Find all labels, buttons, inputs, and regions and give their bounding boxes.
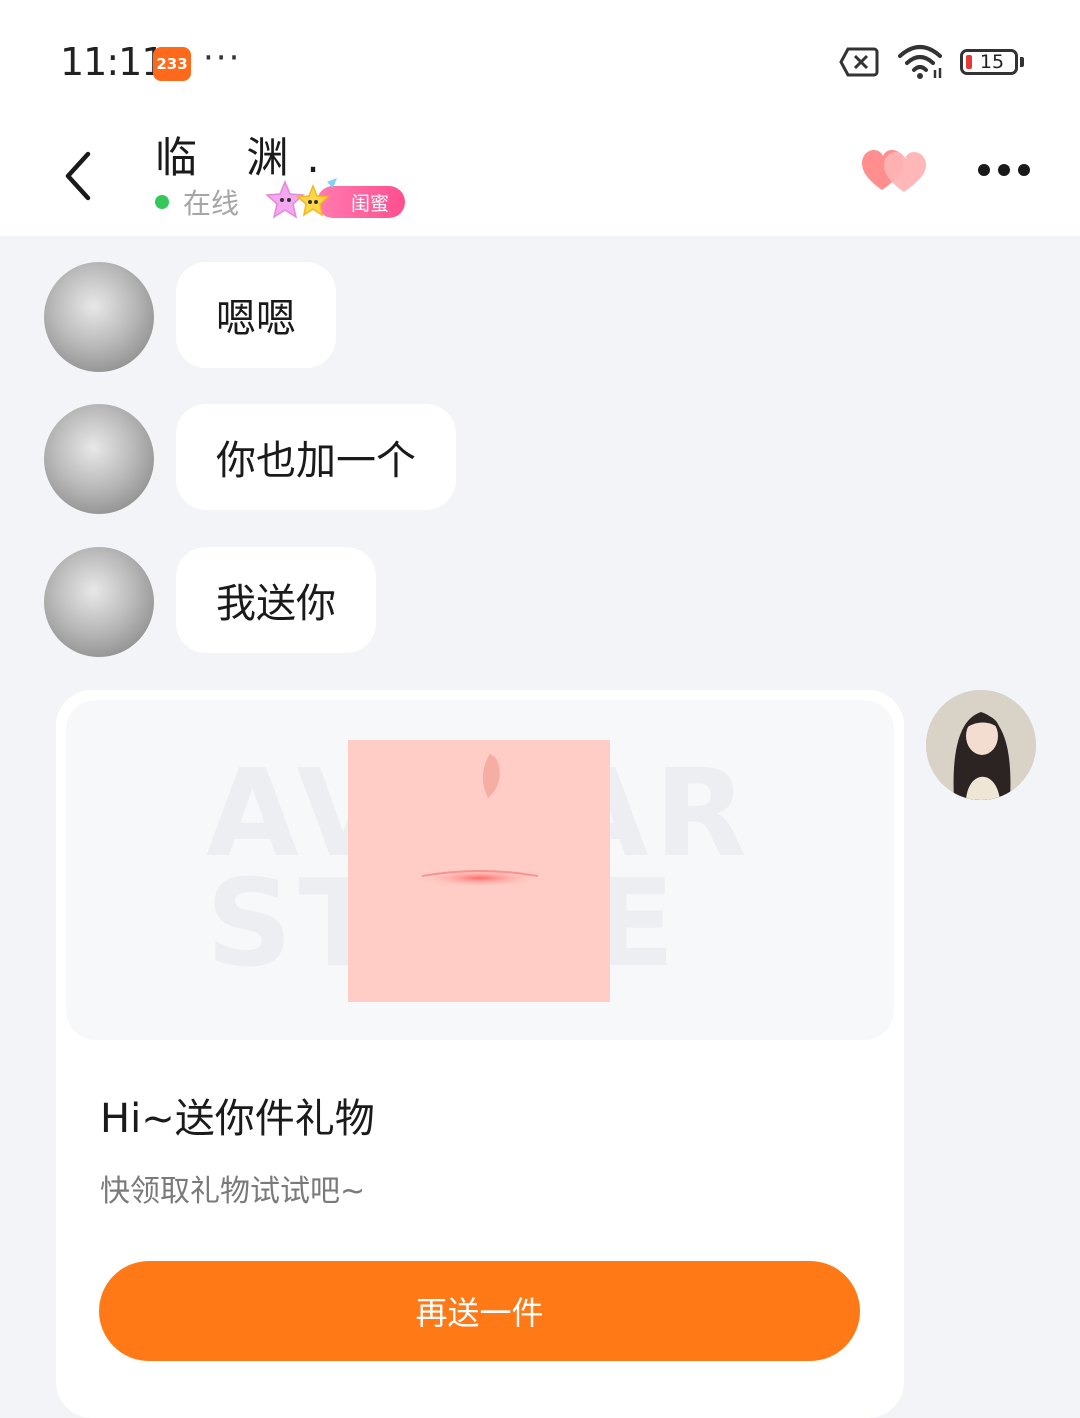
wifi-icon bbox=[898, 45, 942, 79]
battery-level: 15 bbox=[979, 51, 1005, 73]
status-icons: 15 bbox=[838, 44, 1024, 80]
message-bubble[interactable]: 嗯嗯 bbox=[176, 262, 336, 368]
contact-avatar[interactable] bbox=[44, 262, 154, 372]
app-notification-badge: 233 bbox=[153, 47, 191, 81]
relation-badge[interactable]: 闺蜜 bbox=[261, 178, 406, 222]
status-bar: 11:11 233 ··· 15 bbox=[0, 0, 1080, 110]
contact-avatar[interactable] bbox=[44, 547, 154, 657]
message-row: 嗯嗯 bbox=[44, 262, 336, 372]
intimacy-hearts-icon[interactable] bbox=[860, 146, 928, 196]
my-avatar[interactable] bbox=[926, 690, 1036, 800]
sim-off-icon bbox=[839, 47, 879, 77]
message-row: 我送你 bbox=[44, 547, 376, 657]
message-row: 你也加一个 bbox=[44, 404, 456, 514]
gift-card[interactable]: AVATAR STORE Hi~送你件礼物 快领取礼物试试吧~ bbox=[56, 690, 904, 1418]
resend-gift-button[interactable]: 再送一件 bbox=[99, 1261, 860, 1361]
online-status-text: 在线 bbox=[183, 187, 240, 220]
message-bubble[interactable]: 你也加一个 bbox=[176, 404, 456, 510]
gift-preview[interactable]: AVATAR STORE bbox=[66, 700, 894, 1040]
avatar-photo bbox=[926, 690, 1036, 800]
stars-icon bbox=[265, 178, 338, 219]
online-dot-icon bbox=[155, 195, 169, 209]
chat-area[interactable]: 嗯嗯 你也加一个 我送你 AVATAR STORE bbox=[0, 236, 1080, 1418]
online-status: 在线 闺蜜 bbox=[155, 178, 406, 222]
more-menu-icon[interactable] bbox=[976, 160, 1032, 180]
more-notifications-icon: ··· bbox=[203, 38, 242, 78]
status-time: 11:11 bbox=[60, 40, 166, 84]
chat-header: 临 渊. 在线 闺蜜 bbox=[0, 110, 1080, 236]
back-arrow-icon[interactable] bbox=[60, 148, 96, 204]
gift-title: Hi~送你件礼物 bbox=[100, 1096, 375, 1142]
gift-subtitle: 快领取礼物试试吧~ bbox=[100, 1174, 366, 1209]
gift-item-image bbox=[348, 740, 610, 1002]
battery-icon: 15 bbox=[960, 49, 1024, 75]
message-bubble[interactable]: 我送你 bbox=[176, 547, 376, 653]
contact-avatar[interactable] bbox=[44, 404, 154, 514]
